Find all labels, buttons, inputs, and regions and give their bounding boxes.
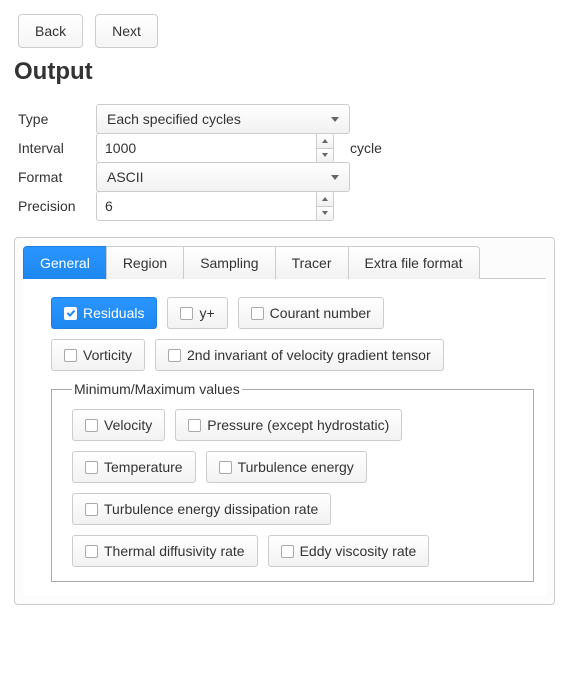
interval-step-up[interactable]: [317, 134, 333, 149]
toggle-temperature-label: Temperature: [104, 459, 183, 475]
toggle-eddy-visc[interactable]: Eddy viscosity rate: [268, 535, 430, 567]
checkbox-icon: [85, 461, 98, 474]
format-select[interactable]: ASCII: [96, 162, 350, 192]
checkbox-icon: [219, 461, 232, 474]
precision-label: Precision: [18, 192, 86, 220]
toggle-pressure[interactable]: Pressure (except hydrostatic): [175, 409, 402, 441]
toggle-thermal-diff-label: Thermal diffusivity rate: [104, 543, 245, 559]
format-label: Format: [18, 163, 86, 191]
caret-down-icon: [322, 153, 328, 157]
toggle-turb-energy[interactable]: Turbulence energy: [206, 451, 367, 483]
toggle-velocity[interactable]: Velocity: [72, 409, 165, 441]
checkbox-icon: [251, 307, 264, 320]
caret-up-icon: [322, 197, 328, 201]
checkbox-icon: [85, 503, 98, 516]
chevron-down-icon: [331, 117, 339, 122]
checkbox-icon: [85, 419, 98, 432]
type-label: Type: [18, 105, 86, 133]
toggle-residuals-label: Residuals: [83, 305, 144, 321]
toggle-turb-energy-label: Turbulence energy: [238, 459, 354, 475]
tab-tracer[interactable]: Tracer: [275, 246, 349, 279]
toggle-temperature[interactable]: Temperature: [72, 451, 196, 483]
type-select-value: Each specified cycles: [107, 111, 241, 127]
interval-input[interactable]: [96, 133, 316, 163]
tab-general[interactable]: General: [23, 246, 107, 279]
minmax-legend: Minimum/Maximum values: [72, 381, 242, 397]
interval-label: Interval: [18, 134, 86, 162]
toggle-turb-diss[interactable]: Turbulence energy dissipation rate: [72, 493, 331, 525]
checkbox-icon: [64, 307, 77, 320]
toggle-turb-diss-label: Turbulence energy dissipation rate: [104, 501, 318, 517]
type-select[interactable]: Each specified cycles: [96, 104, 350, 134]
checkbox-icon: [188, 419, 201, 432]
toggle-courant[interactable]: Courant number: [238, 297, 384, 329]
precision-input[interactable]: [96, 191, 316, 221]
toggle-eddy-visc-label: Eddy viscosity rate: [300, 543, 417, 559]
precision-step-up[interactable]: [317, 192, 333, 207]
checkbox-icon: [180, 307, 193, 320]
checkbox-icon: [64, 349, 77, 362]
toggle-pressure-label: Pressure (except hydrostatic): [207, 417, 389, 433]
toggle-yplus-label: y+: [199, 305, 214, 321]
toggle-yplus[interactable]: y+: [167, 297, 227, 329]
checkbox-icon: [168, 349, 181, 362]
chevron-down-icon: [331, 175, 339, 180]
page-title: Output: [14, 58, 555, 86]
toggle-vorticity-label: Vorticity: [83, 347, 132, 363]
next-button[interactable]: Next: [95, 14, 158, 48]
checkbox-icon: [85, 545, 98, 558]
toggle-second-invariant[interactable]: 2nd invariant of velocity gradient tenso…: [155, 339, 444, 371]
checkbox-icon: [281, 545, 294, 558]
caret-up-icon: [322, 139, 328, 143]
tab-sampling[interactable]: Sampling: [183, 246, 275, 279]
tab-extra-file-format[interactable]: Extra file format: [348, 246, 480, 279]
back-button[interactable]: Back: [18, 14, 83, 48]
minmax-group: Minimum/Maximum values Velocity Pressure…: [51, 381, 534, 582]
tab-general-content: Residuals y+ Courant number Vorticity 2n…: [23, 278, 546, 596]
caret-down-icon: [322, 211, 328, 215]
interval-unit: cycle: [350, 140, 382, 156]
toggle-residuals[interactable]: Residuals: [51, 297, 157, 329]
toggle-vorticity[interactable]: Vorticity: [51, 339, 145, 371]
precision-step-down[interactable]: [317, 207, 333, 221]
tab-region[interactable]: Region: [106, 246, 184, 279]
toggle-thermal-diff[interactable]: Thermal diffusivity rate: [72, 535, 258, 567]
interval-step-down[interactable]: [317, 149, 333, 163]
toggle-second-invariant-label: 2nd invariant of velocity gradient tenso…: [187, 347, 431, 363]
format-select-value: ASCII: [107, 169, 144, 185]
output-tabs-panel: General Region Sampling Tracer Extra fil…: [14, 237, 555, 605]
toggle-courant-label: Courant number: [270, 305, 371, 321]
toggle-velocity-label: Velocity: [104, 417, 152, 433]
